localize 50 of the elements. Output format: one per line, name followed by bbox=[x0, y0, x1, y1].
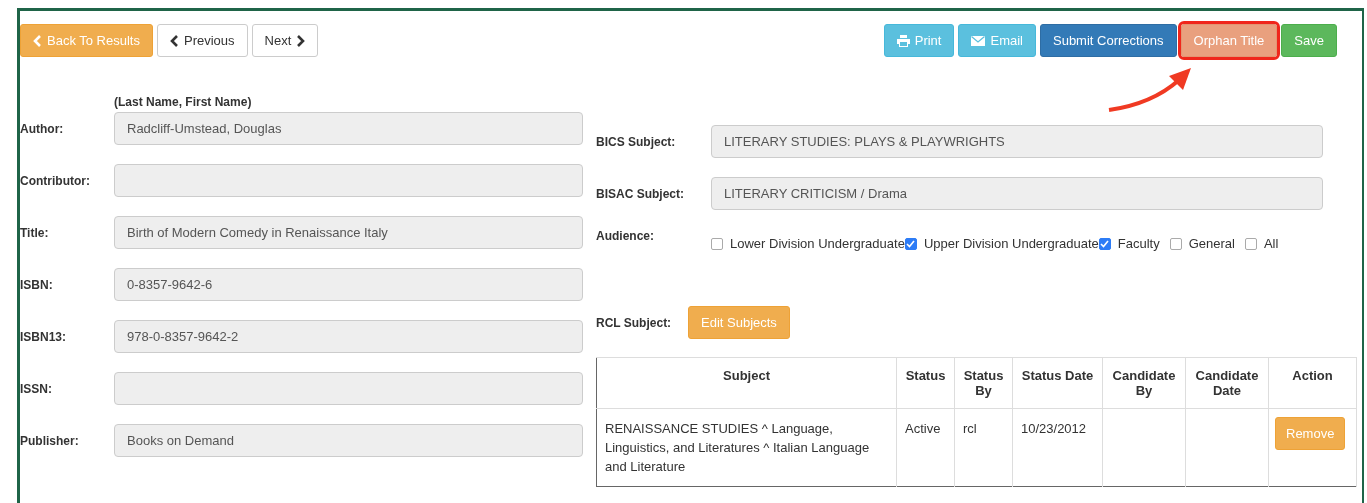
printer-icon bbox=[896, 34, 910, 47]
table-cell: rcl bbox=[954, 408, 1013, 487]
text-field[interactable]: Radcliff-Umstead, Douglas bbox=[114, 112, 583, 145]
table-cell: RENAISSANCE STUDIES ^ Language, Linguistics, and Literatures ^ Italian Language and Literature bbox=[596, 408, 897, 487]
checkbox[interactable] bbox=[1169, 237, 1182, 250]
chevron-right-icon bbox=[296, 34, 306, 47]
nav-button[interactable]: Previous bbox=[156, 24, 248, 57]
field-label: Contributor: bbox=[20, 174, 91, 190]
checkbox[interactable] bbox=[904, 237, 917, 250]
audience-option[interactable]: All bbox=[1244, 236, 1279, 251]
column-header: Subject bbox=[596, 357, 897, 409]
audience-option[interactable]: Faculty bbox=[1098, 236, 1160, 251]
checkbox[interactable] bbox=[1098, 237, 1111, 250]
column-header: Action bbox=[1268, 357, 1357, 409]
audience-option[interactable]: General bbox=[1169, 236, 1235, 251]
text-field[interactable] bbox=[114, 372, 583, 405]
field-label: RCL Subject: bbox=[596, 315, 673, 330]
nav-button[interactable]: Next bbox=[251, 24, 319, 57]
toolbar-button[interactable]: Submit Corrections bbox=[1040, 24, 1177, 57]
column-header: Candidate Date bbox=[1185, 357, 1269, 409]
text-field[interactable]: 0-8357-9642-6 bbox=[114, 268, 583, 301]
checkbox[interactable] bbox=[711, 237, 723, 250]
field-label: ISSN: bbox=[20, 382, 53, 398]
field-label: ISBN13: bbox=[20, 330, 67, 346]
text-field[interactable]: LITERARY STUDIES: PLAYS & PLAYWRIGHTS bbox=[711, 125, 1323, 158]
audience-option[interactable]: Upper Division Undergraduate bbox=[904, 236, 1099, 251]
column-header: Status Date bbox=[1012, 357, 1103, 409]
field-label: Publisher: bbox=[20, 434, 80, 450]
text-field[interactable]: 978-0-8357-9642-2 bbox=[114, 320, 583, 353]
field-label: Title: bbox=[20, 226, 50, 242]
field-label: ISBN: bbox=[20, 278, 54, 294]
field-label: BICS Subject: bbox=[596, 134, 677, 149]
table-cell: 10/23/2012 bbox=[1012, 408, 1103, 487]
envelope-icon bbox=[971, 35, 986, 46]
field-label: Audience: bbox=[596, 229, 655, 243]
text-field[interactable] bbox=[114, 164, 583, 197]
chevron-left-icon bbox=[33, 34, 42, 47]
text-field[interactable]: LITERARY CRITICISM / Drama bbox=[711, 177, 1323, 210]
field-label: BISAC Subject: bbox=[596, 186, 685, 201]
column-header: Candidate By bbox=[1102, 357, 1186, 409]
table-cell: Active bbox=[896, 408, 955, 487]
audience-option[interactable]: Lower Division Undergraduate bbox=[711, 236, 905, 251]
text-field[interactable]: Birth of Modern Comedy in Renaissance Italy bbox=[114, 216, 583, 249]
chevron-left-icon bbox=[169, 34, 179, 47]
text-field[interactable]: Books on Demand bbox=[114, 424, 583, 457]
column-header: Status bbox=[896, 357, 955, 409]
column-header: Status By bbox=[954, 357, 1013, 409]
field-label: Author: bbox=[20, 122, 65, 138]
field-hint: (Last Name, First Name) bbox=[114, 95, 253, 109]
checkbox[interactable] bbox=[1244, 237, 1257, 250]
